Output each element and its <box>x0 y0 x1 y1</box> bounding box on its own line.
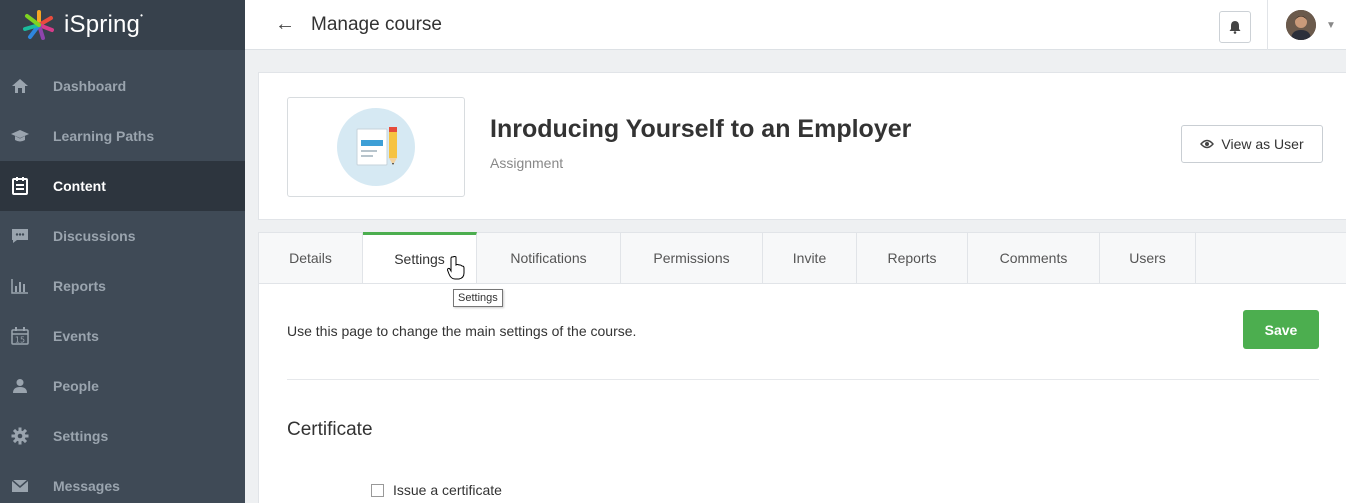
course-tabs: Details Settings Notifications Permissio… <box>258 232 1346 284</box>
tab-label: Reports <box>887 250 937 266</box>
envelope-icon <box>10 476 30 496</box>
svg-text:15: 15 <box>15 336 25 345</box>
course-title: Inroducing Yourself to an Employer <box>490 115 912 143</box>
top-bar: ← Manage course ▼ <box>245 0 1346 50</box>
tab-label: Settings <box>394 251 445 267</box>
sidebar-item-people[interactable]: People <box>0 361 245 411</box>
view-as-user-label: View as User <box>1221 136 1304 152</box>
tab-comments[interactable]: Comments <box>968 233 1100 283</box>
sidebar-item-content[interactable]: Content <box>0 161 245 211</box>
person-icon <box>10 376 30 396</box>
hand-cursor-icon <box>447 256 465 280</box>
settings-description: Use this page to change the main setting… <box>287 323 637 339</box>
assignment-icon <box>337 108 415 186</box>
page-title: Manage course <box>311 14 442 35</box>
course-header: Inroducing Yourself to an Employer Assig… <box>258 72 1346 220</box>
view-as-user-button[interactable]: View as User <box>1181 125 1323 163</box>
back-arrow-icon[interactable]: ← <box>275 13 295 36</box>
issue-certificate-label[interactable]: Issue a certificate <box>393 482 502 498</box>
divider <box>287 379 1319 380</box>
certificate-heading: Certificate <box>287 419 373 440</box>
tab-users[interactable]: Users <box>1100 233 1196 283</box>
sidebar-item-dashboard[interactable]: Dashboard <box>0 61 245 111</box>
tab-reports[interactable]: Reports <box>857 233 968 283</box>
sidebar-item-events[interactable]: 15 Events <box>0 311 245 361</box>
course-thumbnail <box>287 97 465 197</box>
home-icon <box>10 76 30 96</box>
graduation-cap-icon <box>10 126 30 146</box>
sidebar-item-messages[interactable]: Messages <box>0 461 245 503</box>
logo[interactable]: iSpring• <box>0 0 245 50</box>
sidebar-item-label: Messages <box>53 478 120 494</box>
sidebar-item-learning-paths[interactable]: Learning Paths <box>0 111 245 161</box>
tab-label: Permissions <box>653 250 730 266</box>
save-button[interactable]: Save <box>1243 310 1319 349</box>
notifications-button[interactable] <box>1219 11 1251 43</box>
sidebar-item-label: People <box>53 378 99 394</box>
logo-text: iSpring• <box>64 11 144 38</box>
bar-chart-icon <box>10 276 30 296</box>
tab-notifications[interactable]: Notifications <box>477 233 621 283</box>
tab-label: Details <box>289 250 332 266</box>
sidebar-item-label: Learning Paths <box>53 128 155 144</box>
sidebar-item-label: Content <box>53 178 106 194</box>
chat-bubble-icon <box>10 226 30 246</box>
document-list-icon <box>10 176 30 196</box>
sidebar-item-label: Reports <box>53 278 106 294</box>
settings-panel: Use this page to change the main setting… <box>258 284 1346 503</box>
eye-icon <box>1200 139 1215 149</box>
tab-label: Users <box>1129 250 1166 266</box>
bell-icon <box>1229 21 1241 34</box>
sidebar-item-settings[interactable]: Settings <box>0 411 245 461</box>
sidebar-item-discussions[interactable]: Discussions <box>0 211 245 261</box>
sidebar: iSpring• Dashboard Learning Paths Conten… <box>0 0 245 503</box>
gear-icon <box>10 426 30 446</box>
avatar[interactable] <box>1286 10 1316 40</box>
chevron-down-icon[interactable]: ▼ <box>1326 20 1336 31</box>
tab-label: Invite <box>792 250 827 266</box>
ispring-logo-icon <box>23 10 54 40</box>
sidebar-item-label: Events <box>53 328 99 344</box>
sidebar-item-label: Settings <box>53 428 109 444</box>
calendar-icon: 15 <box>10 326 30 346</box>
sidebar-item-label: Discussions <box>53 228 136 244</box>
tooltip: Settings <box>453 289 503 307</box>
sidebar-item-label: Dashboard <box>53 78 127 94</box>
tab-permissions[interactable]: Permissions <box>621 233 763 283</box>
course-type: Assignment <box>490 155 564 171</box>
tab-details[interactable]: Details <box>259 233 363 283</box>
tab-label: Comments <box>999 250 1068 266</box>
issue-certificate-checkbox[interactable] <box>371 484 384 497</box>
sidebar-item-reports[interactable]: Reports <box>0 261 245 311</box>
divider <box>1267 0 1268 50</box>
tab-invite[interactable]: Invite <box>763 233 857 283</box>
tab-label: Notifications <box>510 250 587 266</box>
